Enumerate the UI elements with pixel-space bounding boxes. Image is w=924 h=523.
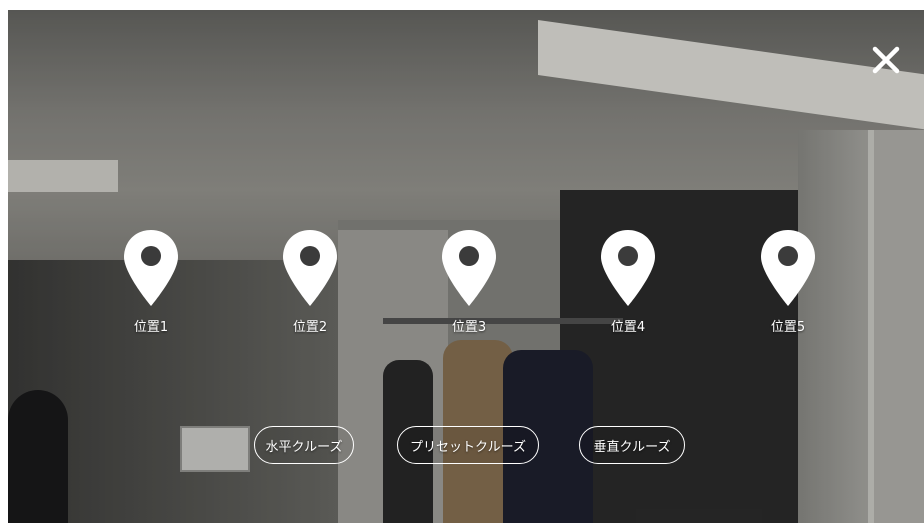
vertical-cruise-button[interactable]: 垂直クルーズ (579, 426, 685, 464)
close-button[interactable] (862, 44, 910, 76)
location-pin-icon (124, 230, 178, 306)
position-marker-4[interactable]: 位置4 (588, 228, 668, 335)
marker-label: 位置3 (451, 320, 487, 335)
position-marker-3[interactable]: 位置3 (429, 228, 509, 335)
horizontal-cruise-button[interactable]: 水平クルーズ (254, 426, 354, 464)
marker-label: 位置1 (133, 320, 169, 335)
location-pin-icon (601, 230, 655, 306)
location-pin-icon (283, 230, 337, 306)
preset-cruise-button[interactable]: プリセットクルーズ (397, 426, 539, 464)
position-marker-5[interactable]: 位置5 (748, 228, 828, 335)
close-icon (872, 46, 900, 74)
position-marker-1[interactable]: 位置1 (111, 228, 191, 335)
marker-label: 位置5 (770, 320, 806, 335)
location-pin-icon (442, 230, 496, 306)
marker-label: 位置2 (292, 320, 328, 335)
position-marker-2[interactable]: 位置2 (270, 228, 350, 335)
location-pin-icon (761, 230, 815, 306)
marker-label: 位置4 (610, 320, 646, 335)
